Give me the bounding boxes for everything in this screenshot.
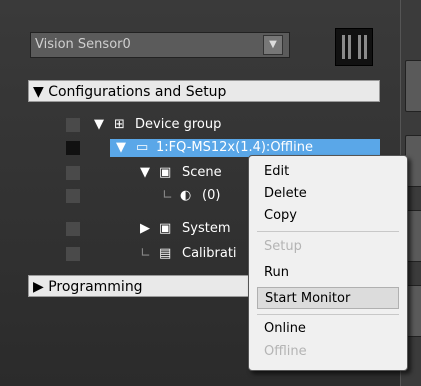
group-icon: ⊞ [114,117,125,132]
tree-label-system: System [182,221,231,236]
expand-arrow-icon[interactable]: ▶ [140,218,150,240]
tree-connector-icon: ∟ [162,188,173,203]
menu-item-copy-label: Copy [264,208,297,223]
menu-item-run[interactable]: Run [257,262,399,284]
expand-arrow-icon[interactable]: ▼ [94,114,104,136]
menu-item-setup: Setup [257,236,399,258]
tree-label-scene-0: (0) [202,188,221,203]
menu-item-offline-label: Offline [264,344,307,359]
menu-item-delete[interactable]: Delete [257,183,399,205]
tree-row-calibration[interactable]: ∟ ▤ Calibrati [0,243,250,265]
scene-item-icon: ◐ [180,188,192,203]
menu-item-setup-label: Setup [264,239,302,254]
vision-sensor-select[interactable]: Vision Sensor0 ▼ [30,32,290,58]
folder-icon: ▤ [159,246,172,261]
sensor-icon: ▭ [136,140,149,155]
configurations-setup-header[interactable]: ▼ Configurations and Setup [28,80,380,102]
menu-separator [257,314,399,315]
tree-row-system[interactable]: ▶ ▣ System [0,218,250,240]
menu-item-edit[interactable]: Edit [257,161,399,183]
tree-row-scene-0[interactable]: ∟ ◐ (0) [0,185,250,207]
tree-label-scene: Scene [182,165,222,180]
menu-separator [257,231,399,232]
tree-row-device-group[interactable]: ▼ ⊞ Device group [0,114,380,136]
menu-item-run-label: Run [264,265,289,280]
tree-label-calibration: Calibrati [182,246,237,261]
menu-item-online[interactable]: Online [257,318,399,340]
menu-item-copy[interactable]: Copy [257,205,399,227]
menu-item-delete-label: Delete [264,186,307,201]
vision-sensor-select-value: Vision Sensor0 [35,37,131,52]
programming-label: ▶ Programming [33,279,143,295]
configurations-setup-label: ▼ Configurations and Setup [33,84,227,100]
tree-connector-icon: ∟ [140,246,151,261]
expand-arrow-icon[interactable]: ▼ [116,137,126,159]
menu-item-start-monitor[interactable]: Start Monitor [257,287,399,309]
device-icon[interactable] [335,28,373,66]
expand-arrow-icon[interactable]: ▼ [140,162,150,184]
scene-icon: ▣ [159,165,172,180]
menu-item-edit-label: Edit [264,164,290,179]
programming-header[interactable]: ▶ Programming [28,275,250,297]
context-menu: Edit Delete Copy Setup Run Start Monitor… [248,155,408,371]
menu-item-offline: Offline [257,341,399,363]
menu-item-online-label: Online [264,321,306,336]
system-icon: ▣ [159,221,172,236]
tree-label-device-group: Device group [135,117,222,132]
chevron-down-icon[interactable]: ▼ [263,35,283,55]
tree-row-scene[interactable]: ▼ ▣ Scene [0,162,250,184]
menu-item-start-monitor-label: Start Monitor [265,291,351,306]
